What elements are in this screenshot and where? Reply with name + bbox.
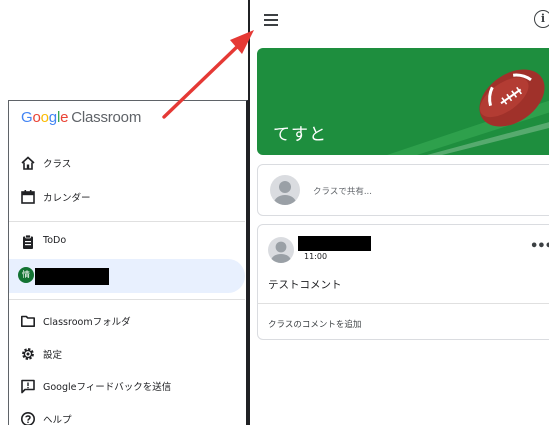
sidebar-item-label: Classroomフォルダ xyxy=(43,317,131,328)
drawer-divider xyxy=(9,299,245,300)
sidebar-item-classroom-folder[interactable]: Classroomフォルダ xyxy=(9,304,245,338)
drawer-header: Google Classroom xyxy=(9,101,246,137)
class-title: てすと xyxy=(273,125,327,145)
sidebar-item-label: ヘルプ xyxy=(43,415,72,425)
hamburger-menu-icon[interactable] xyxy=(260,10,282,30)
top-app-bar: i xyxy=(250,0,549,42)
post-divider xyxy=(258,303,549,304)
sidebar-item-label: クラス xyxy=(43,159,72,170)
sidebar-item-settings[interactable]: 設定 xyxy=(9,337,245,371)
class-avatar: 情 xyxy=(18,267,34,283)
more-options-icon[interactable]: ••• xyxy=(530,239,549,254)
share-placeholder: クラスで共有... xyxy=(313,187,372,197)
sidebar-item-label: ToDo xyxy=(43,235,67,246)
post-body-text: テストコメント xyxy=(268,279,342,291)
class-stream: i てすと クラスで共有... 11:00 •• テストコメント クラスのコメン… xyxy=(248,0,549,425)
settings-gear-icon xyxy=(22,348,34,360)
navigation-drawer: Google Classroom クラス カレンダー ToDo 情 Classr… xyxy=(8,100,248,425)
folder-icon xyxy=(21,315,35,327)
add-class-comment-link[interactable]: クラスのコメントを追加 xyxy=(268,318,361,330)
redacted-author-name xyxy=(298,236,371,251)
sidebar-item-todo[interactable]: ToDo xyxy=(9,225,245,259)
sidebar-item-help[interactable]: ヘルプ xyxy=(9,402,245,425)
sidebar-item-send-feedback[interactable]: Googleフィードバックを送信 xyxy=(9,369,245,403)
todo-clipboard-icon xyxy=(23,234,33,249)
sidebar-item-label: カレンダー xyxy=(43,193,91,204)
redacted-class-name xyxy=(35,268,109,285)
stream-post: 11:00 ••• テストコメント クラスのコメントを追加 xyxy=(257,224,549,340)
info-icon[interactable]: i xyxy=(534,10,549,28)
feedback-icon xyxy=(21,379,35,394)
sidebar-item-classes[interactable]: クラス xyxy=(9,146,245,180)
post-author-avatar xyxy=(268,237,294,263)
share-with-class-box[interactable]: クラスで共有... xyxy=(257,164,549,216)
google-wordmark: Google xyxy=(21,109,69,126)
sidebar-item-label: 設定 xyxy=(43,350,63,361)
sidebar-item-enrolled-class[interactable]: 情 xyxy=(9,259,245,293)
user-avatar xyxy=(270,175,300,205)
classroom-wordmark: Classroom xyxy=(71,109,142,126)
sidebar-item-label: Googleフィードバックを送信 xyxy=(43,382,172,393)
google-classroom-logo[interactable]: Google Classroom xyxy=(21,109,141,126)
drawer-divider xyxy=(9,221,245,222)
calendar-icon xyxy=(21,190,35,204)
post-timestamp: 11:00 xyxy=(304,252,328,261)
class-banner[interactable]: てすと xyxy=(257,48,549,155)
home-icon xyxy=(21,156,35,170)
sidebar-item-calendar[interactable]: カレンダー xyxy=(9,180,245,214)
help-icon xyxy=(21,412,35,425)
